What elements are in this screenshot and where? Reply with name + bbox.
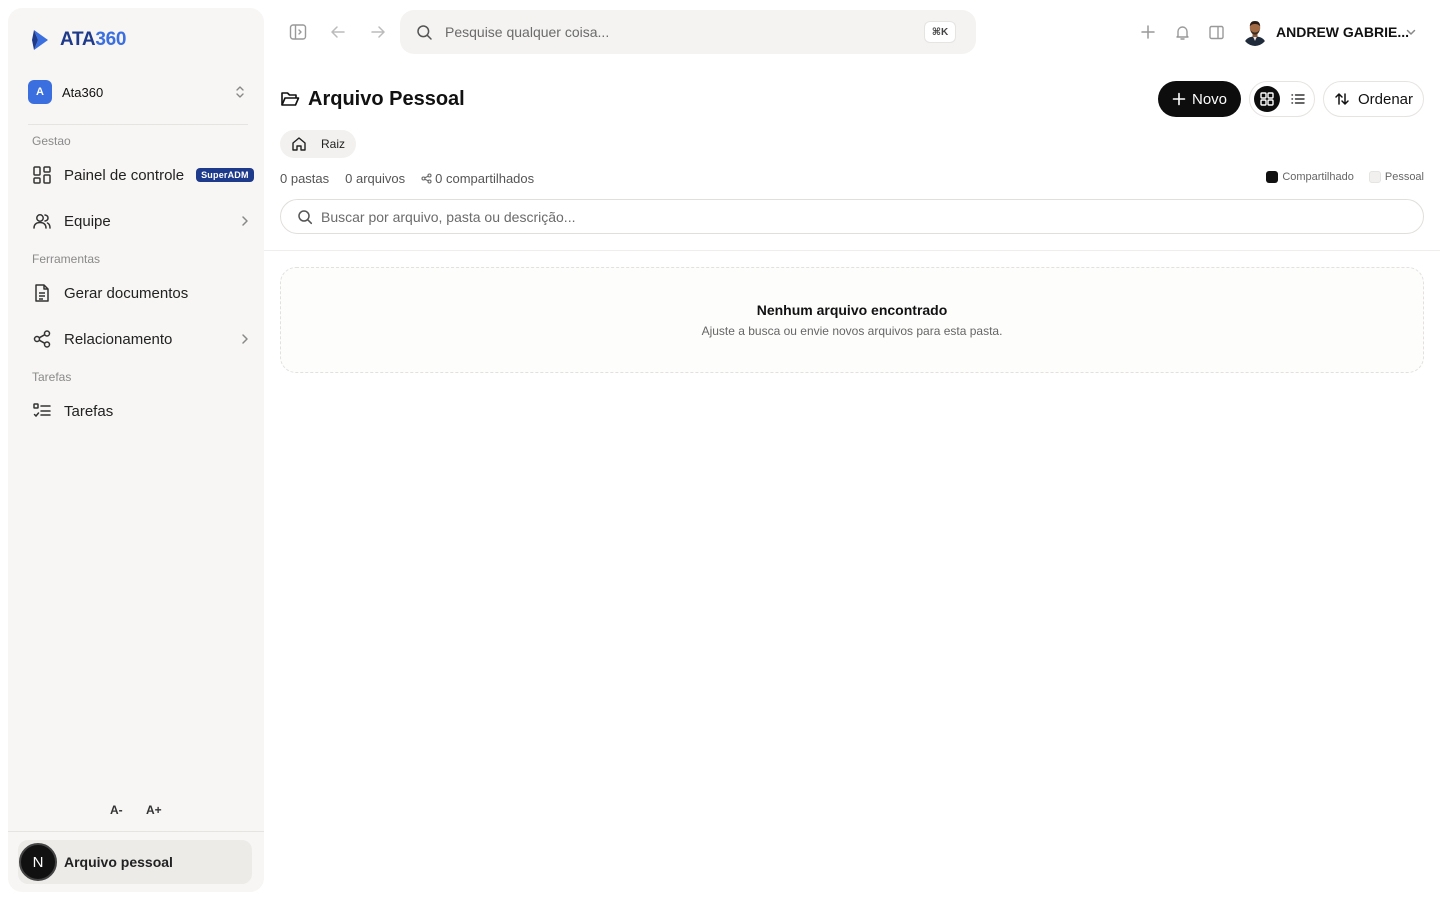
user-avatar [1242, 18, 1268, 46]
legend: Compartilhado Pessoal [1251, 171, 1424, 183]
grid-view-button[interactable] [1254, 86, 1280, 112]
folder-open-icon [280, 89, 300, 109]
legend-label-shared: Compartilhado [1282, 171, 1354, 183]
account-avatar: N [19, 843, 57, 881]
search-placeholder: Pesquise qualquer coisa... [445, 24, 610, 40]
font-decrease-button[interactable]: A- [110, 803, 123, 817]
document-icon [32, 283, 52, 303]
divider [264, 250, 1440, 251]
new-button-label: Novo [1191, 90, 1228, 108]
chevron-down-icon [1404, 25, 1418, 39]
sort-button-label: Ordenar [1357, 90, 1414, 108]
sort-arrows-icon [1334, 91, 1350, 107]
list-view-button[interactable] [1286, 87, 1310, 111]
plus-icon [1172, 92, 1186, 106]
page-title: Arquivo Pessoal [280, 86, 465, 112]
ata360-logo-icon [30, 28, 52, 52]
chevron-right-icon [238, 332, 252, 346]
empty-state-title: Nenhum arquivo encontrado [756, 302, 948, 318]
account-label: Arquivo pessoal [64, 854, 173, 870]
divider [28, 124, 248, 125]
share-icon [421, 172, 432, 184]
search-icon [297, 209, 313, 225]
list-icon [1291, 92, 1305, 106]
user-name: ANDREW GABRIE... [1276, 24, 1409, 40]
chevron-right-icon [238, 214, 252, 228]
grid-icon [1260, 92, 1274, 106]
brand-logo[interactable]: ATA360 [30, 28, 126, 52]
file-search-input[interactable]: Buscar por arquivo, pasta ou descrição..… [280, 199, 1424, 234]
users-icon [32, 211, 52, 231]
sidebar-item-equipe[interactable]: Equipe [24, 203, 258, 239]
sidebar-item-label: Painel de controle [64, 166, 185, 184]
toggle-sidebar-button[interactable] [286, 20, 310, 44]
folder-count: 0 pastas [280, 170, 330, 186]
legend-swatch-shared [1266, 171, 1279, 183]
sidebar-item-label: Equipe [64, 212, 111, 230]
org-name: Ata360 [62, 84, 104, 100]
new-button[interactable]: Novo [1158, 81, 1241, 117]
sidebar: ATA360 A Ata360 Gestao Painel de control… [8, 8, 264, 892]
account-switcher[interactable]: N Arquivo pessoal [18, 840, 252, 884]
bell-icon[interactable] [1170, 20, 1194, 44]
section-label-gestao: Gestao [32, 134, 71, 148]
divider [8, 831, 264, 832]
home-icon [291, 136, 307, 152]
sidebar-item-relacionamento[interactable]: Relacionamento [24, 321, 258, 357]
sort-button[interactable]: Ordenar [1323, 81, 1424, 117]
page-title-text: Arquivo Pessoal [308, 87, 465, 110]
breadcrumb-root[interactable]: Raiz [280, 130, 356, 158]
folder-stats: 0 pastas 0 arquivos 0 compartilhados [280, 170, 534, 186]
search-icon [416, 24, 433, 41]
organization-switcher[interactable]: A Ata360 [28, 79, 248, 105]
sidebar-item-gerar-documentos[interactable]: Gerar documentos [24, 275, 258, 311]
sidebar-item-painel[interactable]: Painel de controle SuperADM [24, 157, 258, 193]
shared-count: 0 compartilhados [435, 170, 535, 186]
empty-state-subtitle: Ajuste a busca ou envie novos arquivos p… [701, 324, 1003, 338]
sidebar-item-label: Tarefas [64, 402, 114, 420]
forward-arrow-icon[interactable] [366, 20, 390, 44]
back-arrow-icon[interactable] [326, 20, 350, 44]
legend-shared: Compartilhado [1266, 171, 1354, 183]
chevrons-up-down-icon [232, 83, 248, 101]
global-search-input[interactable]: Pesquise qualquer coisa... ⌘K [400, 10, 976, 54]
sidebar-item-tarefas[interactable]: Tarefas [24, 393, 258, 429]
section-label-tarefas: Tarefas [32, 370, 72, 384]
file-search-placeholder: Buscar por arquivo, pasta ou descrição..… [321, 209, 576, 225]
shortcut-hint: ⌘K [924, 21, 956, 43]
share-network-icon [32, 329, 52, 349]
view-toggle [1249, 81, 1315, 117]
task-list-icon [32, 401, 52, 421]
section-label-ferramentas: Ferramentas [32, 252, 101, 266]
brand-name: ATA360 [60, 29, 127, 50]
sidebar-item-label: Relacionamento [64, 330, 173, 348]
sidebar-item-label: Gerar documentos [64, 284, 189, 302]
org-avatar: A [28, 80, 52, 104]
user-menu[interactable]: ANDREW GABRIE... [1242, 17, 1416, 47]
legend-personal: Pessoal [1368, 171, 1424, 183]
add-icon[interactable] [1136, 20, 1160, 44]
legend-label-personal: Pessoal [1384, 171, 1424, 183]
panel-layout-icon[interactable] [1204, 20, 1228, 44]
breadcrumb-label: Raiz [321, 137, 346, 151]
font-increase-button[interactable]: A+ [146, 803, 162, 817]
file-count: 0 arquivos [345, 170, 406, 186]
superadm-badge: SuperADM [196, 168, 254, 182]
dashboard-icon [32, 165, 52, 185]
empty-state: Nenhum arquivo encontrado Ajuste a busca… [280, 267, 1424, 373]
legend-swatch-personal [1368, 171, 1381, 183]
